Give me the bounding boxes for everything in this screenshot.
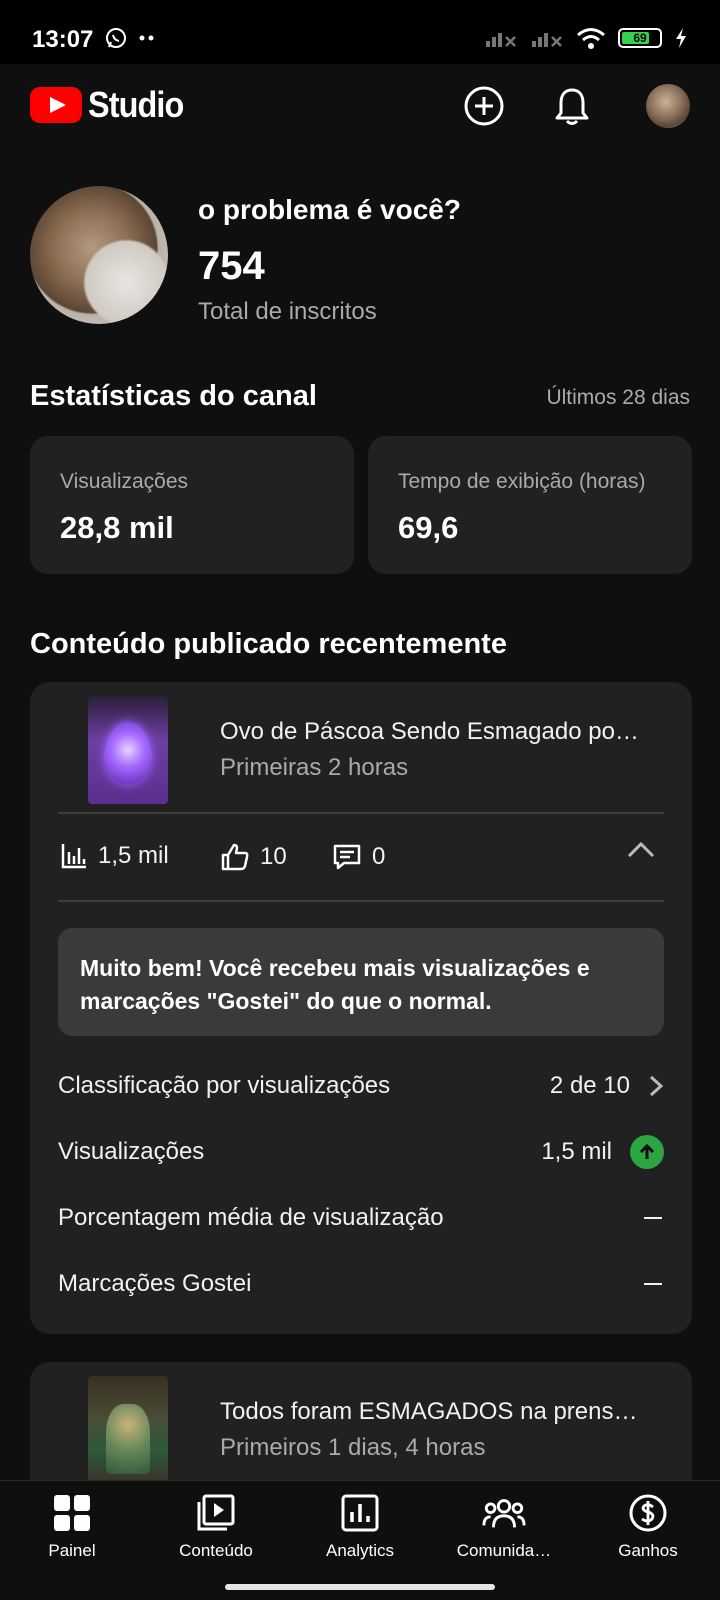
signal-1-icon [486,33,516,47]
gesture-bar[interactable] [225,1584,495,1590]
row-label: Visualizações [58,1138,205,1165]
row-label: Marcações Gostei [58,1270,252,1297]
battery-level: 69 [633,31,647,45]
video-thumbnail[interactable] [88,696,168,804]
bell-icon [555,88,589,125]
status-time: 13:07 [32,26,94,53]
content-icon [194,1491,238,1535]
watch-time-stat-card[interactable]: Tempo de exibição (horas) 69,6 [368,436,692,574]
recent-content-title: Conteúdo publicado recentemente [30,628,507,660]
youtube-play-icon [30,87,82,123]
views-count: 1,5 mil [98,842,169,869]
nav-ganhos[interactable]: Ganhos [576,1491,720,1561]
thumbs-up-icon [221,843,249,871]
stats-period: Últimos 28 dias [546,386,690,409]
stat-value: 28,8 mil [60,510,174,545]
row-value: 1,5 mil [541,1138,612,1165]
nav-painel[interactable]: Painel [0,1491,144,1561]
row-label: Porcentagem média de visualização [58,1204,444,1231]
channel-stats-title: Estatísticas do canal [30,380,317,412]
video-card: Ovo de Páscoa Sendo Esmagado po… Primeir… [30,682,692,1334]
video-thumbnail[interactable] [88,1376,168,1484]
create-button[interactable] [462,84,506,128]
nav-label: Ganhos [618,1541,678,1560]
notification-icons [104,26,156,50]
comments-count: 0 [372,843,386,870]
subscriber-count: 754 [198,244,265,288]
avg-view-percentage-row: Porcentagem média de visualização [58,1198,664,1238]
no-data-dash [644,1283,662,1285]
status-bar: 13:07 69 [0,0,720,64]
signal-2-icon [532,33,562,47]
collapse-button[interactable] [626,840,656,865]
divider [58,812,664,814]
row-label: Classificação por visualizações [58,1072,391,1099]
bottom-navigation: Painel Conteúdo Analytics Comunida… Ganh… [0,1480,720,1570]
community-icon [482,1491,526,1535]
nav-label: Conteúdo [179,1541,253,1560]
views-row: Visualizações 1,5 mil [58,1132,664,1172]
chevron-up-icon [627,841,655,858]
nav-label: Comunida… [456,1541,552,1560]
subscriber-label: Total de inscritos [198,298,377,325]
channel-avatar [30,186,168,324]
channel-name: o problema é você? [198,194,461,225]
account-avatar[interactable] [646,84,690,128]
whatsapp-icon [106,28,126,48]
wifi-icon [577,28,605,49]
video-period: Primeiras 2 horas [220,754,409,781]
nav-conteudo[interactable]: Conteúdo [144,1491,288,1561]
stat-label: Visualizações [60,470,189,493]
row-value: 2 de 10 [549,1072,630,1099]
views-metric: 1,5 mil [60,842,169,870]
battery-icon: 69 [618,28,662,48]
stat-value: 69,6 [398,510,459,545]
nav-label: Analytics [325,1541,395,1560]
nav-label: Painel [48,1541,96,1560]
notifications-button[interactable] [550,84,594,128]
earnings-icon [626,1491,670,1535]
no-data-dash [644,1217,662,1219]
video-title[interactable]: Ovo de Páscoa Sendo Esmagado po… [220,718,639,746]
chevron-right-icon [649,1075,664,1097]
trend-up-icon [630,1135,664,1169]
ranking-row[interactable]: Classificação por visualizações 2 de 10 [58,1066,664,1106]
video-title[interactable]: Todos foram ESMAGADOS na prens… [220,1398,638,1426]
nav-comunidade[interactable]: Comunida… [432,1491,576,1561]
divider [58,900,664,902]
bar-chart-icon [61,844,86,869]
dashboard-icon [50,1491,94,1535]
add-circle-icon [464,86,504,126]
studio-logo[interactable]: Studio [30,84,194,126]
app-header: Studio [0,64,720,148]
likes-row: Marcações Gostei [58,1264,664,1304]
nav-analytics[interactable]: Analytics [288,1491,432,1561]
app-name: Studio [88,84,184,125]
more-notifications-icon [139,35,154,41]
charging-icon [676,28,686,48]
comments-metric: 0 [332,842,385,872]
comment-icon [333,844,361,870]
performance-insight: Muito bem! Você recebeu mais visualizaçõ… [58,928,664,1036]
system-icons: 69 [484,26,688,50]
likes-count: 10 [260,843,287,870]
analytics-icon [338,1491,382,1535]
video-period: Primeiros 1 dias, 4 horas [220,1434,486,1461]
views-stat-card[interactable]: Visualizações 28,8 mil [30,436,354,574]
stat-label: Tempo de exibição (horas) [398,470,646,493]
likes-metric: 10 [220,842,287,872]
